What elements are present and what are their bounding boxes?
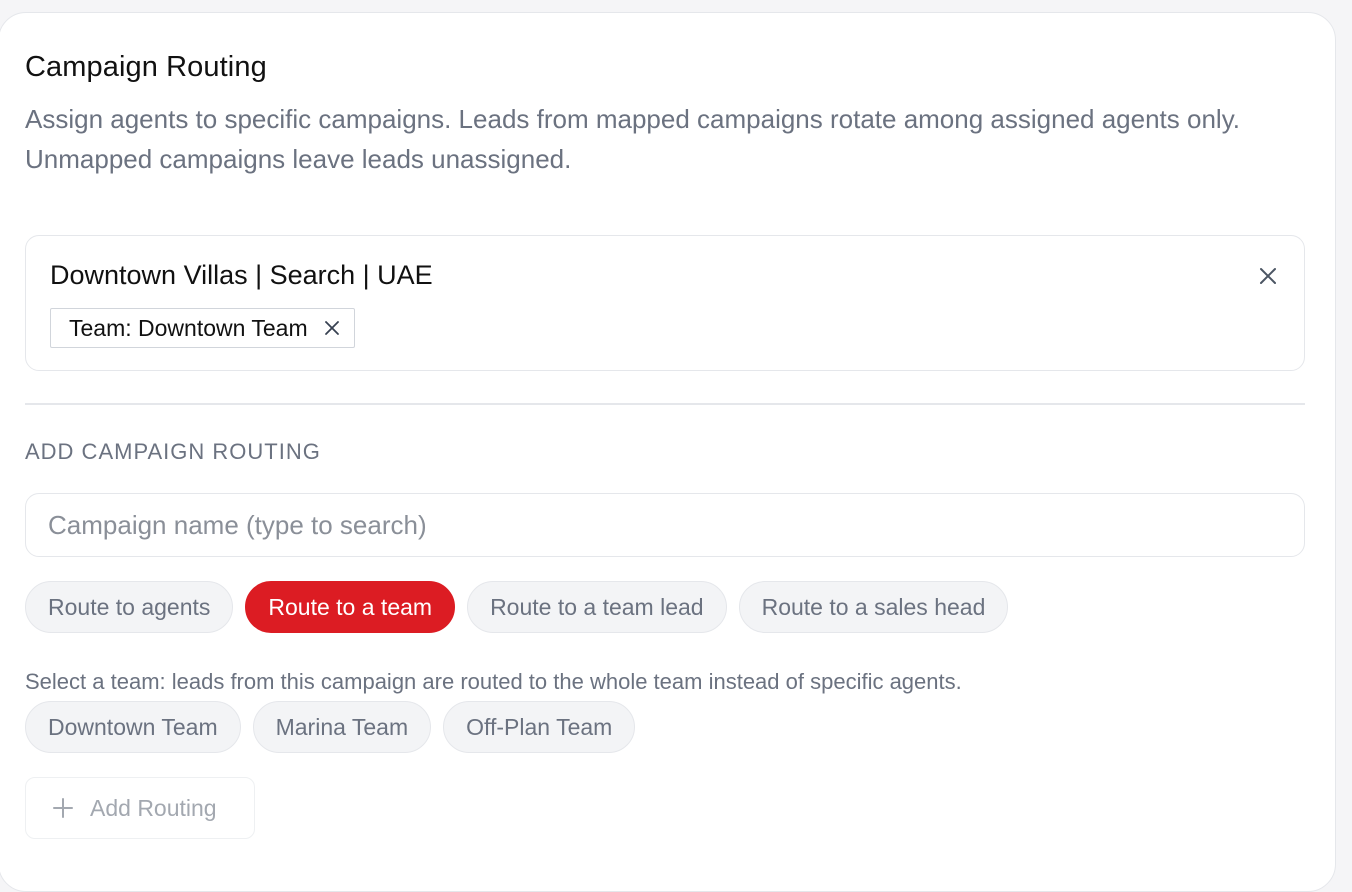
campaign-search-input[interactable] (25, 493, 1305, 557)
campaign-routing-card: Campaign Routing Assign agents to specif… (0, 12, 1336, 892)
remove-tag-button[interactable] (322, 318, 342, 338)
team-tag-label: Team: Downtown Team (69, 314, 308, 341)
team-option-downtown[interactable]: Downtown Team (25, 701, 241, 753)
close-icon (1260, 268, 1276, 284)
team-option-marina[interactable]: Marina Team (252, 701, 432, 753)
team-tag: Team: Downtown Team (50, 308, 355, 348)
close-icon (324, 321, 339, 335)
section-title: Campaign Routing (25, 51, 267, 83)
route-to-sales-head-option[interactable]: Route to a sales head (738, 581, 1009, 633)
route-to-agents-option[interactable]: Route to agents (25, 581, 234, 633)
route-type-options: Route to agents Route to a team Route to… (25, 581, 1009, 633)
section-description: Assign agents to specific campaigns. Lea… (25, 104, 1240, 174)
add-routing-label: ADD CAMPAIGN ROUTING (25, 439, 321, 464)
add-routing-label-text: Add Routing (90, 794, 217, 821)
team-options: Downtown Team Marina Team Off-Plan Team (25, 701, 636, 753)
add-routing-button[interactable]: Add Routing (25, 777, 255, 839)
remove-mapping-button[interactable] (1254, 262, 1282, 290)
plus-icon (52, 797, 74, 819)
mapped-campaign-name: Downtown Villas | Search | UAE (50, 260, 433, 290)
route-to-team-lead-option[interactable]: Route to a team lead (467, 581, 727, 633)
route-to-team-option[interactable]: Route to a team (245, 581, 456, 633)
campaign-mapping-card: Downtown Villas | Search | UAE Team: Dow… (25, 235, 1305, 371)
team-option-off-plan[interactable]: Off-Plan Team (443, 701, 636, 753)
section-divider (25, 403, 1305, 405)
team-selection-hint: Select a team: leads from this campaign … (25, 669, 962, 694)
